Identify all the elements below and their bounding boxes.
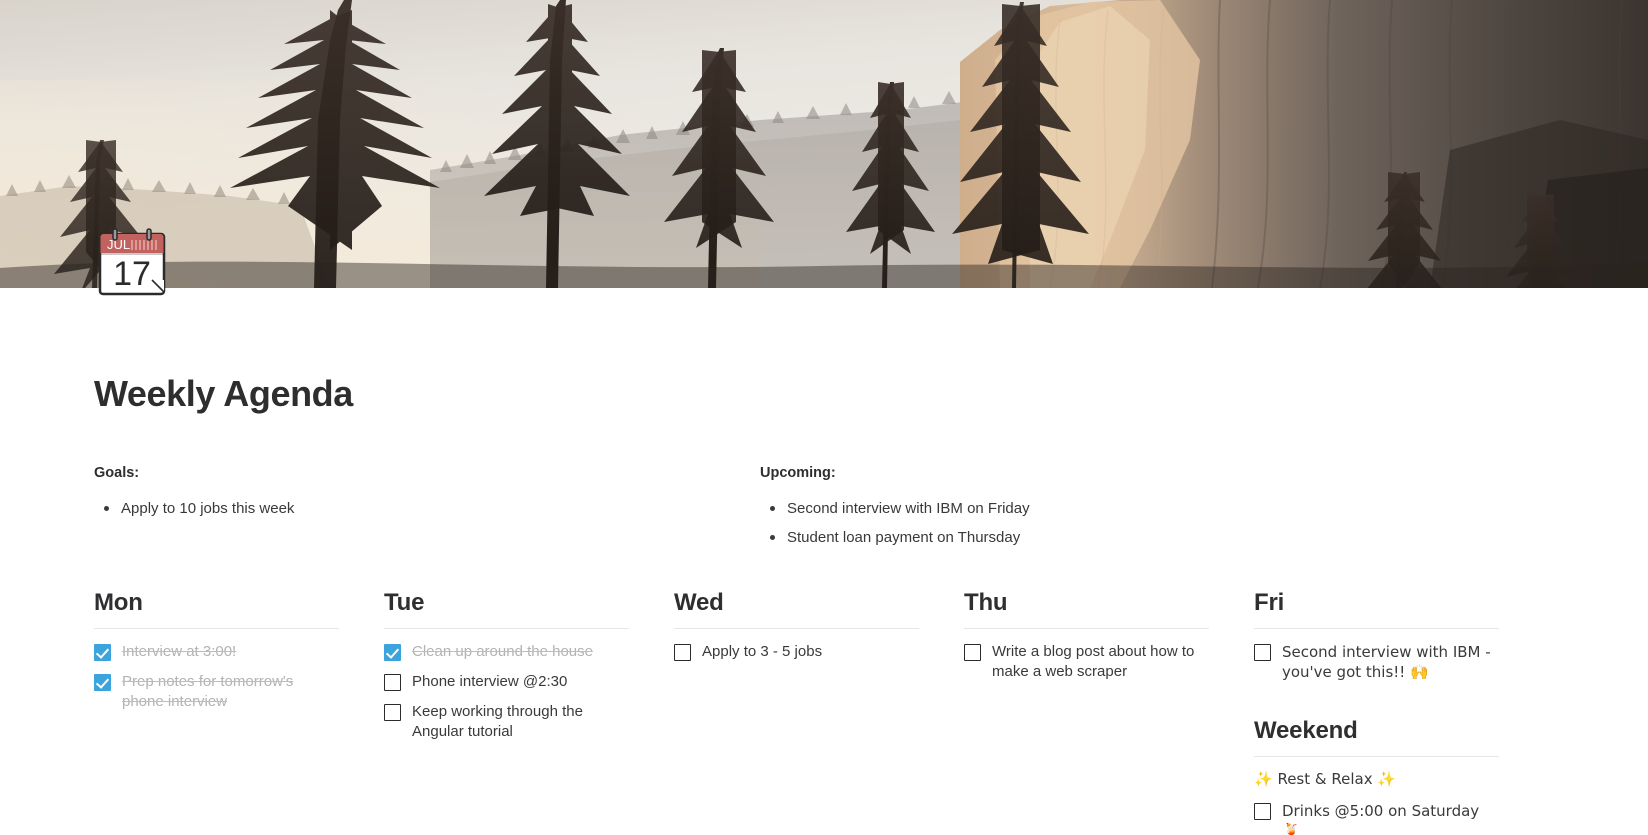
upcoming-section: Upcoming: Second interview with IBM on F… [760, 464, 1030, 552]
checkbox-unchecked-icon[interactable] [964, 644, 981, 661]
task-list-weekend: ✨ Rest & Relax ✨ Drinks @5:00 on Saturda… [1254, 769, 1499, 835]
checkbox-unchecked-icon[interactable] [1254, 644, 1271, 661]
hero-banner-image [0, 0, 1648, 288]
task-label: Drinks @5:00 on Saturday 🍹 [1282, 802, 1480, 835]
task-item[interactable]: Prep notes for tomorrow's phone intervie… [94, 671, 339, 712]
day-column-thu: Thu Write a blog post about how to make … [964, 588, 1209, 835]
upcoming-list-item: Student loan payment on Thursday [770, 523, 1030, 552]
task-label: Clean up around the house [412, 643, 593, 660]
day-heading-tue: Tue [384, 588, 629, 629]
task-list-wed: Apply to 3 - 5 jobs [674, 641, 919, 662]
task-item[interactable]: Phone interview @2:30 [384, 671, 629, 692]
task-list-thu: Write a blog post about how to make a we… [964, 641, 1209, 682]
page-content: JUL 17 Weekly Agenda Goals: Apply to 10 … [0, 228, 1648, 835]
checkbox-unchecked-icon[interactable] [674, 644, 691, 661]
weekend-plain-line: ✨ Rest & Relax ✨ [1254, 770, 1397, 788]
task-item[interactable]: Interview at 3:00! [94, 641, 339, 662]
checkbox-checked-icon[interactable] [384, 644, 401, 661]
task-item[interactable]: Write a blog post about how to make a we… [964, 641, 1209, 682]
task-list-fri: Second interview with IBM - you've got t… [1254, 641, 1499, 682]
day-column-fri: Fri Second interview with IBM - you've g… [1254, 588, 1499, 835]
day-heading-fri: Fri [1254, 588, 1499, 629]
day-column-mon: Mon Interview at 3:00! Prep notes for to… [94, 588, 339, 835]
task-label: Write a blog post about how to make a we… [992, 643, 1195, 680]
calendar-icon: JUL 17 [96, 228, 168, 300]
day-column-tue: Tue Clean up around the house Phone inte… [384, 588, 629, 835]
task-label: Phone interview @2:30 [412, 673, 568, 690]
calendar-icon-glyph: JUL 17 [98, 228, 166, 296]
upcoming-heading: Upcoming: [760, 465, 836, 481]
task-list-mon: Interview at 3:00! Prep notes for tomorr… [94, 641, 339, 712]
calendar-month-label: JUL [107, 237, 130, 252]
summary-strip: Goals: Apply to 10 jobs this week Upcomi… [0, 416, 1648, 552]
task-item[interactable]: Drinks @5:00 on Saturday 🍹 [1254, 800, 1499, 835]
task-label: Interview at 3:00! [122, 643, 237, 660]
checkbox-unchecked-icon[interactable] [1254, 803, 1271, 820]
task-item[interactable]: Clean up around the house [384, 641, 629, 662]
task-label: Keep working through the Angular tutoria… [412, 703, 583, 740]
task-label: Prep notes for tomorrow's phone intervie… [122, 673, 294, 710]
checkbox-unchecked-icon[interactable] [384, 674, 401, 691]
task-label: Second interview with IBM - you've got t… [1282, 643, 1491, 681]
task-list-tue: Clean up around the house Phone intervie… [384, 641, 629, 742]
checkbox-checked-icon[interactable] [94, 644, 111, 661]
goals-section: Goals: Apply to 10 jobs this week [0, 464, 760, 552]
day-heading-wed: Wed [674, 588, 919, 629]
goals-list: Apply to 10 jobs this week [94, 494, 760, 523]
hero-illustration [0, 0, 1648, 288]
day-heading-weekend: Weekend [1254, 716, 1499, 757]
checkbox-checked-icon[interactable] [94, 674, 111, 691]
task-item[interactable]: Apply to 3 - 5 jobs [674, 641, 919, 662]
upcoming-list: Second interview with IBM on Friday Stud… [760, 494, 1030, 552]
day-heading-thu: Thu [964, 588, 1209, 629]
calendar-day-label: 17 [113, 255, 151, 293]
upcoming-list-item: Second interview with IBM on Friday [770, 494, 1030, 523]
day-column-wed: Wed Apply to 3 - 5 jobs [674, 588, 919, 835]
task-item[interactable]: Keep working through the Angular tutoria… [384, 701, 629, 742]
task-label: Apply to 3 - 5 jobs [702, 643, 823, 660]
week-grid: Mon Interview at 3:00! Prep notes for to… [0, 552, 1648, 835]
checkbox-unchecked-icon[interactable] [384, 704, 401, 721]
page-title: Weekly Agenda [94, 373, 353, 414]
goals-heading: Goals: [94, 465, 140, 481]
task-item[interactable]: Second interview with IBM - you've got t… [1254, 641, 1499, 682]
day-heading-mon: Mon [94, 588, 339, 629]
goals-list-item: Apply to 10 jobs this week [104, 494, 760, 523]
